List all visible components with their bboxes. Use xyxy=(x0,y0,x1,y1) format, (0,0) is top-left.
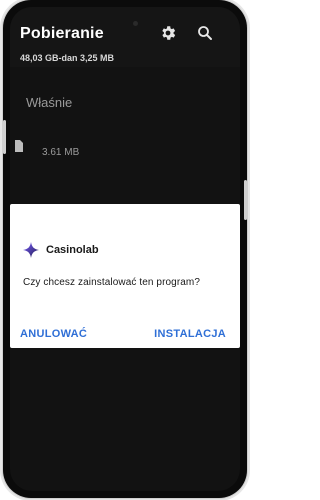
screen: Pobieranie 48,03 GB-dan 3,25 MB Właśnie xyxy=(10,7,240,491)
settings-icon[interactable] xyxy=(159,24,177,42)
app-name: Casinolab xyxy=(46,244,99,256)
cancel-button[interactable]: ANULOWAĆ xyxy=(20,328,87,340)
install-question: Czy chcesz zainstalować ten program? xyxy=(23,277,201,288)
storage-summary: 48,03 GB-dan 3,25 MB xyxy=(20,53,115,63)
phone-frame: Pobieranie 48,03 GB-dan 3,25 MB Właśnie xyxy=(3,0,247,498)
sparkle-app-icon xyxy=(23,242,39,258)
section-header: Właśnie xyxy=(26,95,73,110)
front-camera xyxy=(133,21,138,26)
install-button[interactable]: INSTALACJA xyxy=(154,328,226,340)
app-bar: Pobieranie 48,03 GB-dan 3,25 MB xyxy=(10,7,240,67)
power-button xyxy=(244,180,247,220)
install-dialog: Casinolab Czy chcesz zainstalować ten pr… xyxy=(10,204,240,348)
download-size[interactable]: 3.61 MB xyxy=(42,147,79,158)
document-icon xyxy=(15,139,23,152)
page-title: Pobieranie xyxy=(20,25,104,42)
search-icon[interactable] xyxy=(196,24,214,42)
volume-button xyxy=(3,120,6,154)
